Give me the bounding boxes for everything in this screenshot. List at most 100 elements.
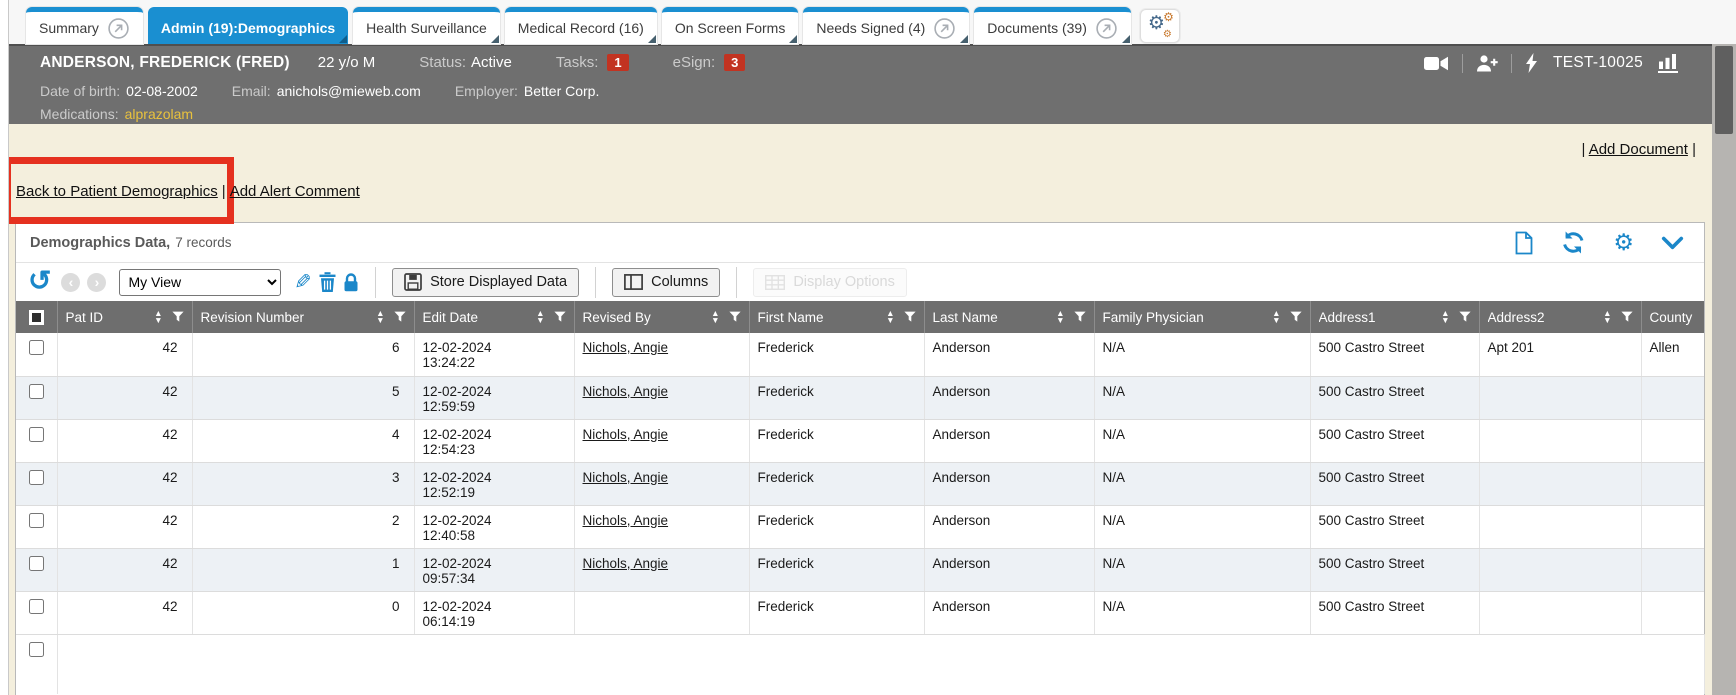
table-row-partial [16,634,1704,694]
revised-by-link[interactable]: Nichols, Angie [583,427,669,442]
sort-icon[interactable]: ▲▼ [886,310,894,324]
demographics-revision-table: Pat ID▲▼Revision Number▲▼Edit Date▲▼Revi… [16,301,1705,694]
row-checkbox[interactable] [29,513,44,528]
new-document-icon[interactable] [1514,231,1534,255]
column-header-last_name[interactable]: Last Name▲▼ [924,301,1094,333]
sort-icon[interactable]: ▲▼ [376,310,384,324]
cell-last_name: Anderson [924,548,1094,591]
row-select-cell[interactable] [16,419,57,462]
tab-health-surveillance[interactable]: Health Surveillance [353,7,500,44]
filter-icon[interactable] [729,311,741,323]
row-checkbox[interactable] [29,384,44,399]
revised-by-link[interactable]: Nichols, Angie [583,470,669,485]
select-all-header-cell[interactable] [16,301,57,333]
column-header-revision_number[interactable]: Revision Number▲▼ [192,301,414,333]
prev-page-button[interactable]: ‹ [61,273,80,292]
filter-icon[interactable] [394,311,406,323]
edit-view-icon[interactable]: ✎ [294,272,312,293]
cell-address1: 500 Castro Street [1310,376,1479,419]
medications-value[interactable]: alprazolam [125,106,193,122]
row-checkbox[interactable] [29,340,44,355]
tasks-badge[interactable]: 1 [607,54,628,71]
row-select-cell[interactable] [16,333,57,376]
columns-button[interactable]: Columns [612,268,720,297]
column-header-address1[interactable]: Address1▲▼ [1310,301,1479,333]
sort-icon[interactable]: ▲▼ [1272,310,1280,324]
tab-label: Admin (19):Demographics [161,20,335,36]
undo-icon[interactable]: ↺ [28,267,51,295]
row-checkbox[interactable] [29,556,44,571]
refresh-icon[interactable] [1561,231,1586,254]
filter-icon[interactable] [1290,311,1302,323]
tabs-settings-button[interactable]: ⚙ ⚙ ⚙ [1140,9,1180,43]
tab-summary[interactable]: Summary [26,7,143,44]
row-select-cell[interactable] [16,505,57,548]
popout-icon[interactable] [1095,17,1118,40]
add-alert-comment-link[interactable]: Add Alert Comment [230,183,360,200]
row-checkbox[interactable] [29,470,44,485]
panel-settings-icon[interactable]: ⚙ [1613,231,1634,254]
lightning-icon[interactable] [1525,53,1538,73]
collapse-chevron-icon[interactable] [1661,236,1684,250]
column-label: Revised By [583,310,703,325]
tab-admin-demographics[interactable]: Admin (19):Demographics [148,7,348,44]
column-header-family_physician[interactable]: Family Physician▲▼ [1094,301,1310,333]
column-header-first_name[interactable]: First Name▲▼ [749,301,924,333]
column-header-revised_by[interactable]: Revised By ▲▼ [574,301,749,333]
add-person-icon[interactable] [1476,55,1498,72]
revised-by-link[interactable]: Nichols, Angie [583,340,669,355]
row-select-cell[interactable] [16,634,57,694]
filter-icon[interactable] [554,311,566,323]
lock-view-icon[interactable] [343,272,359,292]
table-row: 42212-02-2024 12:40:58Nichols, AngieFred… [16,505,1704,548]
revised-by-link[interactable]: Nichols, Angie [583,384,669,399]
column-header-pat_id[interactable]: Pat ID▲▼ [57,301,192,333]
column-header-address2[interactable]: Address2▲▼ [1479,301,1641,333]
table-row: 42012-02-2024 06:14:19FrederickAndersonN… [16,591,1704,634]
sort-icon[interactable]: ▲▼ [154,310,162,324]
bar-chart-icon[interactable] [1658,54,1678,73]
esign-badge[interactable]: 3 [724,54,745,71]
revised-by-link[interactable]: Nichols, Angie [583,556,669,571]
column-header-edit_date[interactable]: Edit Date▲▼ [414,301,574,333]
tab-on-screen-forms[interactable]: On Screen Forms [662,7,798,44]
next-page-button[interactable]: › [87,273,106,292]
tab-medical-record[interactable]: Medical Record (16) [505,7,657,44]
email-label: Email: [232,83,271,99]
row-select-cell[interactable] [16,462,57,505]
store-displayed-data-button[interactable]: Store Displayed Data [392,268,579,297]
sort-icon[interactable]: ▲▼ [711,310,719,324]
sort-icon[interactable]: ▲▼ [1056,310,1064,324]
scrollbar-thumb[interactable] [1715,46,1733,134]
filter-icon[interactable] [1621,311,1633,323]
delete-view-icon[interactable] [319,272,336,292]
sort-icon[interactable]: ▲▼ [536,310,544,324]
tab-documents[interactable]: Documents (39) [974,7,1131,44]
row-checkbox[interactable] [29,599,44,614]
filter-icon[interactable] [1459,311,1471,323]
cell-family_physician: N/A [1094,462,1310,505]
filter-icon[interactable] [1074,311,1086,323]
back-to-patient-demographics-link[interactable]: Back to Patient Demographics [16,183,218,200]
view-select[interactable]: My View [119,269,281,296]
filter-icon[interactable] [904,311,916,323]
vertical-scrollbar[interactable] [1712,44,1736,695]
row-checkbox[interactable] [29,642,44,657]
row-select-cell[interactable] [16,376,57,419]
table-row: 42612-02-2024 13:24:22Nichols, AngieFred… [16,333,1704,376]
row-checkbox[interactable] [29,427,44,442]
row-select-cell[interactable] [16,591,57,634]
popout-icon[interactable] [107,17,130,40]
table-row: 42312-02-2024 12:52:19Nichols, AngieFred… [16,462,1704,505]
tab-needs-signed[interactable]: Needs Signed (4) [803,7,969,44]
column-header-county[interactable]: County [1641,301,1704,333]
row-select-cell[interactable] [16,548,57,591]
filter-icon[interactable] [172,311,184,323]
select-all-checkbox[interactable] [29,310,44,325]
add-document-link[interactable]: Add Document [1589,141,1688,158]
revised-by-link[interactable]: Nichols, Angie [583,513,669,528]
popout-icon[interactable] [933,17,956,40]
video-visit-icon[interactable] [1424,56,1449,71]
sort-icon[interactable]: ▲▼ [1603,310,1611,324]
sort-icon[interactable]: ▲▼ [1441,310,1449,324]
